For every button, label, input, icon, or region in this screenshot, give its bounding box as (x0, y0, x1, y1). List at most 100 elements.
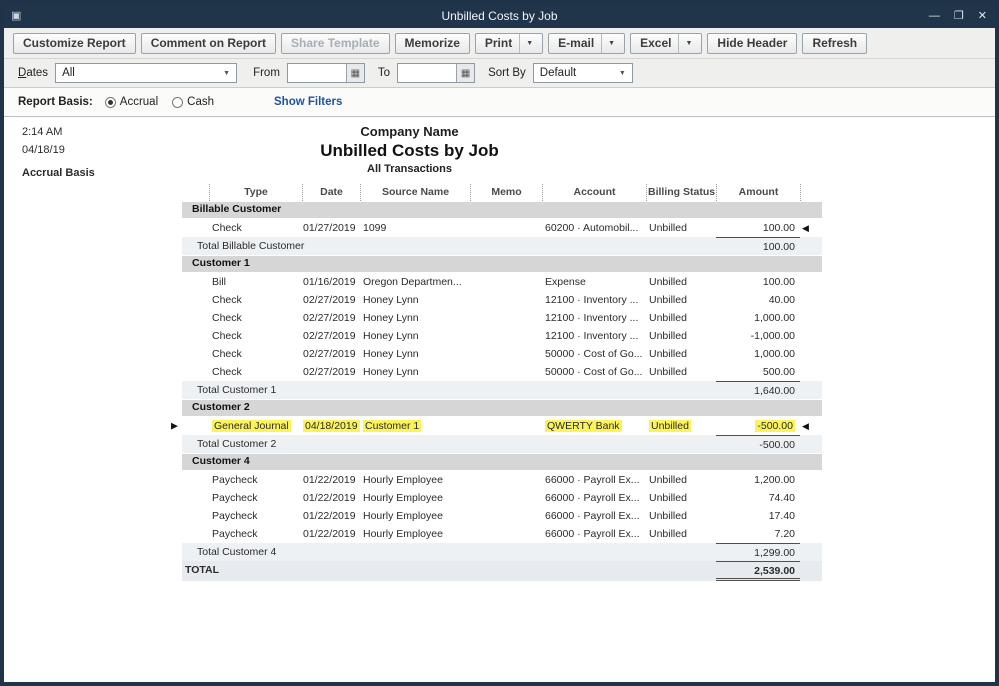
cell-billing-status: Unbilled (646, 345, 716, 363)
drill-down-arrow-icon[interactable]: ◀ (802, 223, 809, 233)
report-group-row: Customer 4 (182, 454, 822, 470)
group-label: Billable Customer (192, 203, 281, 215)
report-data-row[interactable]: Paycheck01/22/2019Hourly Employee66000 ·… (182, 507, 822, 525)
cell-type-text: Check (212, 312, 242, 324)
cell-amount-text: 100.00 (763, 276, 795, 288)
cell-source-name-text: Oregon Departmen... (363, 276, 462, 288)
group-band: Customer 2 (182, 400, 822, 416)
column-header-date: Date (302, 184, 360, 201)
cell-account: 66000 · Payroll Ex... (542, 507, 646, 525)
from-date-field[interactable]: ▦ (287, 63, 365, 83)
cell-date: 01/27/2019 (302, 219, 360, 237)
to-calendar-icon[interactable]: ▦ (456, 64, 474, 82)
cell-account-text: 12100 · Inventory ... (545, 312, 638, 324)
cell-account-text: 66000 · Payroll Ex... (545, 528, 640, 540)
cell-date-text: 02/27/2019 (303, 294, 356, 306)
minimize-button[interactable]: — (929, 11, 940, 22)
cell-amount: -500.00 (716, 417, 800, 435)
report-header: Company Name Unbilled Costs by Job All T… (4, 124, 815, 175)
memorize-button[interactable]: Memorize (395, 33, 470, 54)
drill-down-arrow-icon[interactable]: ◀ (802, 421, 809, 431)
refresh-button[interactable]: Refresh (802, 33, 867, 54)
cell-source-name: Honey Lynn (360, 291, 470, 309)
cell-date-text: 01/22/2019 (303, 510, 356, 522)
report-basis-label: Report Basis: (18, 96, 93, 108)
email-button[interactable]: E-mail ▼ (548, 33, 625, 54)
report-data-row[interactable]: Bill01/16/2019Oregon Departmen...Expense… (182, 273, 822, 291)
excel-dropdown-arrow-icon[interactable]: ▼ (678, 34, 692, 53)
cell-billing-status-text: Unbilled (649, 492, 687, 504)
to-date-input[interactable] (398, 64, 456, 82)
cash-radio-label[interactable]: Cash (187, 96, 214, 108)
cell-amount: 40.00 (716, 291, 800, 309)
chevron-down-icon: ▼ (223, 70, 230, 77)
cell-source-name-text: Hourly Employee (363, 528, 443, 540)
button-label: E-mail (558, 36, 594, 50)
report-data-row[interactable]: Check02/27/2019Honey Lynn50000 · Cost of… (182, 363, 822, 381)
to-date-field[interactable]: ▦ (397, 63, 475, 83)
comment-on-report-button[interactable]: Comment on Report (141, 33, 276, 54)
button-label: Excel (640, 36, 671, 50)
cell-billing-status-text: Unbilled (649, 348, 687, 360)
report-data-row[interactable]: Paycheck01/22/2019Hourly Employee66000 ·… (182, 471, 822, 489)
cell-memo (470, 525, 542, 543)
maximize-button[interactable]: ❐ (954, 11, 964, 22)
cell-source-name: Hourly Employee (360, 525, 470, 543)
from-date-input[interactable] (288, 64, 346, 82)
report-data-row[interactable]: Paycheck01/22/2019Hourly Employee66000 ·… (182, 525, 822, 543)
close-button[interactable]: ✕ (978, 11, 987, 22)
total-label: Total Customer 4 (182, 543, 470, 561)
report-total-row: Total Billable Customer100.00 (182, 237, 822, 255)
accrual-radio-label[interactable]: Accrual (120, 96, 158, 108)
group-label: Customer 2 (192, 401, 250, 413)
cell-type-text: Paycheck (212, 510, 258, 522)
from-calendar-icon[interactable]: ▦ (346, 64, 364, 82)
cell-date-text: 04/18/2019 (303, 420, 360, 432)
accrual-radio[interactable] (105, 97, 116, 108)
cell-amount-text: -1,000.00 (751, 330, 795, 342)
cell-amount: 1,000.00 (716, 345, 800, 363)
report-data-row[interactable]: Check02/27/2019Honey Lynn12100 · Invento… (182, 291, 822, 309)
report-data-row[interactable]: Check02/27/2019Honey Lynn12100 · Invento… (182, 327, 822, 345)
group-band: Billable Customer (182, 202, 822, 218)
cell-amount: 500.00 (716, 363, 800, 381)
customize-report-button[interactable]: Customize Report (13, 33, 136, 54)
cell-billing-status: Unbilled (646, 489, 716, 507)
sort-by-select[interactable]: Default▼ (533, 63, 633, 83)
gutter-cell (800, 471, 822, 489)
report-window: ▣ Unbilled Costs by Job — ❐ ✕ Customize … (0, 0, 999, 686)
gutter-cell (800, 237, 822, 255)
show-filters-link[interactable]: Show Filters (274, 96, 342, 108)
total-amount: 1,640.00 (716, 381, 800, 399)
cell-billing-status-text: Unbilled (649, 330, 687, 342)
indent-cell (182, 525, 209, 543)
empty-cell (542, 543, 646, 561)
cell-date: 02/27/2019 (302, 345, 360, 363)
cash-radio[interactable] (172, 97, 183, 108)
report-data-row[interactable]: Paycheck01/22/2019Hourly Employee66000 ·… (182, 489, 822, 507)
cell-amount-text: 17.40 (769, 510, 795, 522)
hide-header-button[interactable]: Hide Header (707, 33, 797, 54)
cell-source-name-text: Honey Lynn (363, 348, 419, 360)
report-data-row[interactable]: Check02/27/2019Honey Lynn12100 · Invento… (182, 309, 822, 327)
email-dropdown-arrow-icon[interactable]: ▼ (601, 34, 615, 53)
gutter-cell (800, 345, 822, 363)
empty-cell (646, 381, 716, 399)
cell-amount-text: 1,000.00 (754, 348, 795, 360)
indent-cell (182, 273, 209, 291)
report-data-row[interactable]: Check01/27/2019109960200 · Automobil...U… (182, 219, 822, 237)
cell-date: 02/27/2019 (302, 309, 360, 327)
report-data-row[interactable]: Check02/27/2019Honey Lynn50000 · Cost of… (182, 345, 822, 363)
cell-type: General Journal (209, 417, 302, 435)
cell-amount-text: 500.00 (763, 366, 795, 378)
report-data-row[interactable]: General Journal04/18/2019Customer 1QWERT… (182, 417, 822, 435)
dates-range-select[interactable]: All▼ (55, 63, 237, 83)
empty-cell (542, 237, 646, 255)
cell-billing-status: Unbilled (646, 309, 716, 327)
excel-button[interactable]: Excel ▼ (630, 33, 702, 54)
empty-cell (470, 543, 542, 561)
cell-memo (470, 273, 542, 291)
print-button[interactable]: Print▼ (475, 33, 543, 54)
window-menu-icon[interactable]: ▣ (11, 11, 21, 22)
print-dropdown-arrow-icon[interactable]: ▼ (519, 34, 533, 53)
